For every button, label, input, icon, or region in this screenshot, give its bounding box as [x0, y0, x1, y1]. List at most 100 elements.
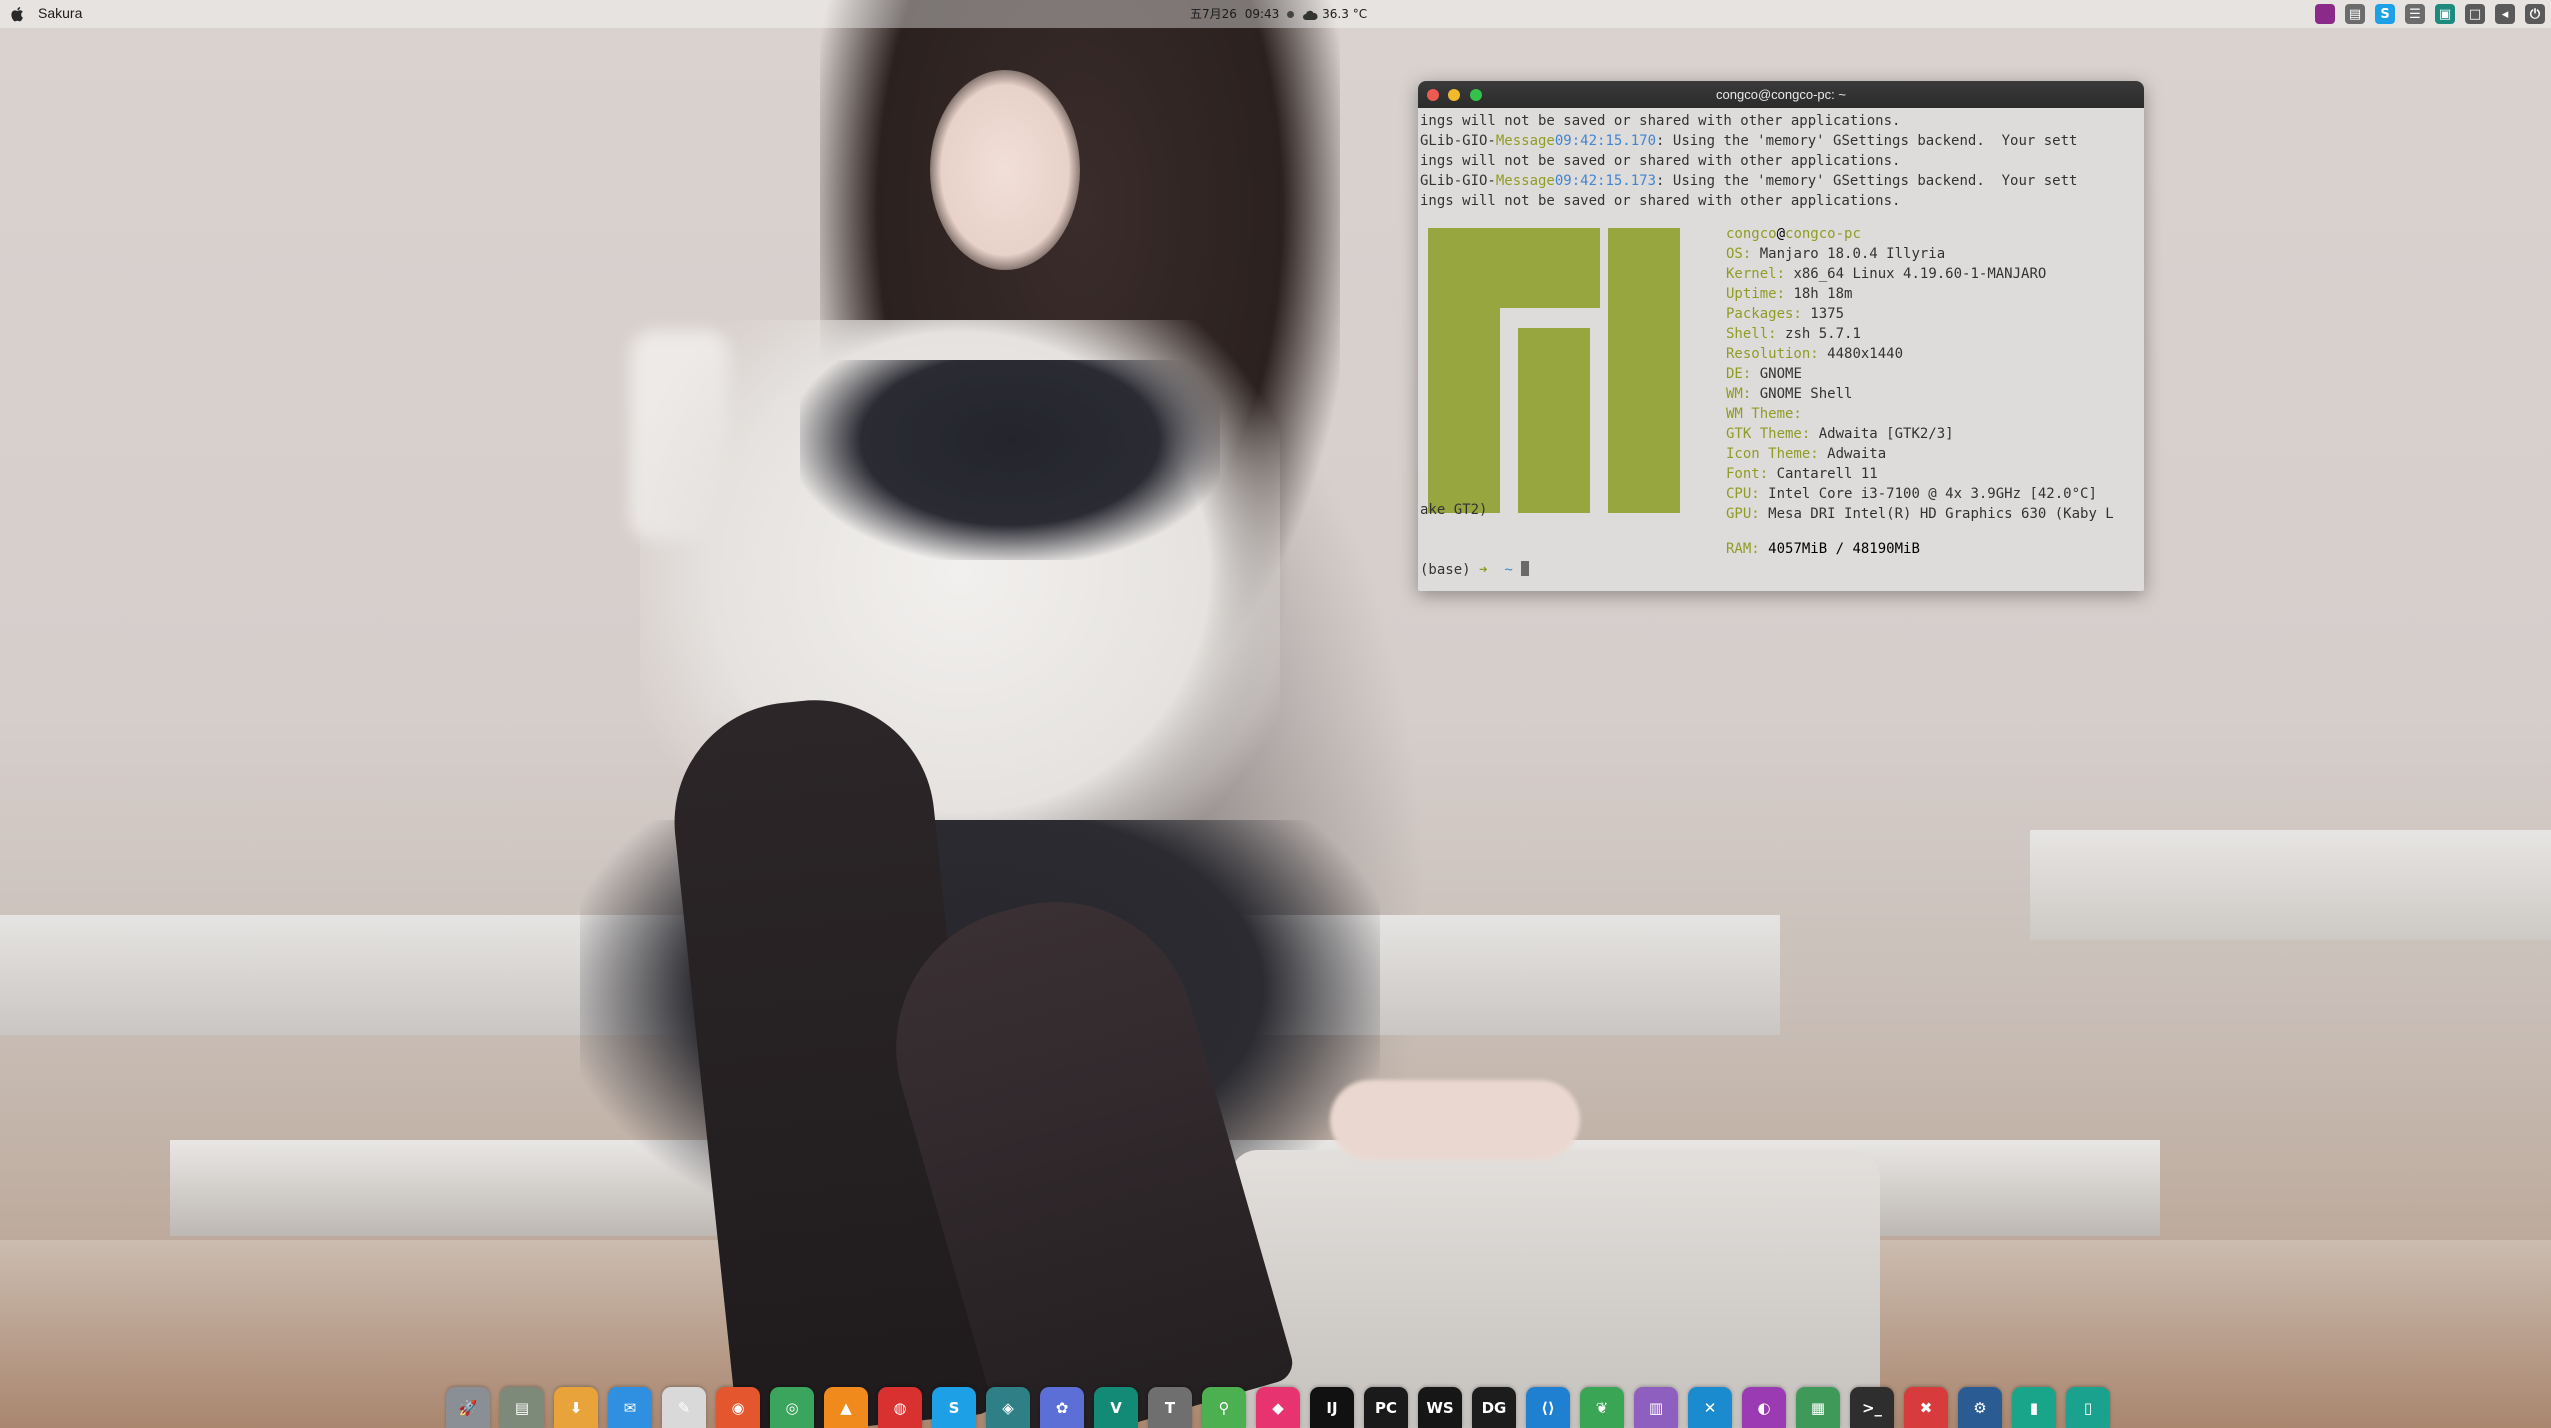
neofetch-value: Adwaita: [1827, 446, 1887, 462]
volume-icon[interactable]: ◂: [2495, 4, 2515, 24]
terminal-output[interactable]: ings will not be saved or shared with ot…: [1418, 108, 2144, 211]
neofetch-key: GPU:: [1726, 506, 1760, 522]
maximize-button[interactable]: [1470, 89, 1482, 101]
neofetch-value: 1375: [1810, 306, 1845, 322]
minimize-button[interactable]: [1448, 89, 1460, 101]
power-icon[interactable]: ⏻: [2525, 4, 2545, 24]
log-text: ings will not be saved or shared with ot…: [1420, 153, 1901, 169]
ram-value: 4057MiB / 48190MiB: [1768, 541, 1920, 557]
neofetch-value: 4480x1440: [1827, 346, 1904, 362]
neofetch-key: Shell:: [1726, 326, 1777, 342]
phpstorm-icon[interactable]: ◐: [1742, 1387, 1786, 1428]
vlc-icon[interactable]: ▲: [824, 1387, 868, 1428]
maps-icon[interactable]: ⚲: [1202, 1387, 1246, 1428]
neofetch-value: Intel Core i3-7100 @ 4x 3.9GHz [42.0°C]: [1768, 486, 2097, 502]
shutter-icon[interactable]: ✕: [1688, 1387, 1732, 1428]
log-prefix: GLib-GIO-: [1420, 133, 1496, 149]
terminal-icon[interactable]: >_: [1850, 1387, 1894, 1428]
neofetch-key: Uptime:: [1726, 286, 1786, 302]
neofetch-row: Resolution: 4480x1440: [1726, 344, 2114, 364]
reader-icon[interactable]: ▮: [2012, 1387, 2056, 1428]
neofetch-row: GTK Theme: Adwaita [GTK2/3]: [1726, 424, 2114, 444]
typora-icon[interactable]: T: [1148, 1387, 1192, 1428]
neofetch-row: DE: GNOME: [1726, 364, 2114, 384]
wallpaper-desk-right: [2030, 830, 2551, 940]
neofetch-row: Kernel: x86_64 Linux 4.19.60-1-MANJARO: [1726, 264, 2114, 284]
keyboard-icon[interactable]: ☰: [2405, 4, 2425, 24]
shell-prompt[interactable]: (base) ➜ ~: [1420, 561, 1530, 578]
neofetch-user: congco: [1726, 226, 1777, 242]
neofetch-row: WM: GNOME Shell: [1726, 384, 2114, 404]
purple-app-icon[interactable]: ▥: [1634, 1387, 1678, 1428]
chrome-icon[interactable]: ◎: [770, 1387, 814, 1428]
clock-time: 09:43: [1244, 7, 1280, 21]
vscode-icon[interactable]: ⟨⟩: [1526, 1387, 1570, 1428]
apple-icon[interactable]: [10, 5, 26, 23]
manjaro-logo-block: [1518, 328, 1590, 513]
files-icon[interactable]: ▤: [500, 1387, 544, 1428]
neofetch-row: CPU: Intel Core i3-7100 @ 4x 3.9GHz [42.…: [1726, 484, 2114, 504]
ram-line: RAM: 4057MiB / 48190MiB: [1726, 541, 1920, 557]
neofetch-key: Packages:: [1726, 306, 1802, 322]
notes-icon[interactable]: ▯: [2066, 1387, 2110, 1428]
webstorm-icon[interactable]: WS: [1418, 1387, 1462, 1428]
pycharm-icon[interactable]: PC: [1364, 1387, 1408, 1428]
prompt-env: (base): [1420, 562, 1471, 578]
neofetch-value: Cantarell 11: [1776, 466, 1878, 482]
manjaro-logo-block: [1500, 228, 1600, 308]
netease-music-icon[interactable]: ◍: [878, 1387, 922, 1428]
neofetch-row: Shell: zsh 5.7.1: [1726, 324, 2114, 344]
downloader-icon[interactable]: ⬇: [554, 1387, 598, 1428]
prompt-arrow: ➜: [1479, 562, 1488, 578]
neofetch-value: zsh 5.7.1: [1785, 326, 1861, 342]
xmind-icon[interactable]: ✖: [1904, 1387, 1948, 1428]
neofetch-key: Kernel:: [1726, 266, 1786, 282]
image-viewer-icon[interactable]: ▣: [2435, 4, 2455, 24]
log-tag: Message: [1495, 173, 1555, 189]
gitkraken-icon[interactable]: ✿: [1040, 1387, 1084, 1428]
printer-icon[interactable]: ▤: [2345, 4, 2365, 24]
terminal-log-line: GLib-GIO-Message09:42:15.170: Using the …: [1420, 131, 2142, 151]
neofetch-key: GTK Theme:: [1726, 426, 1811, 442]
neofetch-value: 18h 18m: [1793, 286, 1853, 302]
firefox-icon[interactable]: ◉: [716, 1387, 760, 1428]
terminal-window[interactable]: congco@congco-pc: ~ ings will not be sav…: [1418, 81, 2144, 591]
neofetch-key: OS:: [1726, 246, 1752, 262]
neofetch-row: Font: Cantarell 11: [1726, 464, 2114, 484]
mail-icon[interactable]: ✉: [608, 1387, 652, 1428]
at-sign: @: [1776, 226, 1786, 242]
mongodb-compass-icon[interactable]: ❦: [1580, 1387, 1624, 1428]
document-viewer-icon[interactable]: ✎: [662, 1387, 706, 1428]
gpu-overflow-line: ake GT2): [1420, 502, 1488, 518]
system-tray: ▤ S ☰ ▣ □ ◂ ⏻: [2315, 4, 2551, 24]
browser-icon[interactable]: ◈: [986, 1387, 1030, 1428]
ram-key: RAM:: [1726, 541, 1760, 557]
terminal-titlebar[interactable]: congco@congco-pc: ~: [1418, 81, 2144, 108]
datagrip-icon[interactable]: DG: [1472, 1387, 1516, 1428]
close-button[interactable]: [1427, 89, 1439, 101]
active-app-name[interactable]: Sakura: [38, 5, 82, 21]
desktop: Sakura 五7月26 09:43 36.3 °C ▤ S ☰ ▣ □ ◂ ⏻ congc…: [0, 0, 2551, 1428]
log-text: : Using the 'memory' GSettings backend. …: [1656, 173, 2078, 189]
skype-icon[interactable]: S: [2375, 4, 2395, 24]
neofetch-key: DE:: [1726, 366, 1752, 382]
system-monitor-icon[interactable]: ▦: [1796, 1387, 1840, 1428]
clock[interactable]: 五7月26 09:43 36.3 °C: [1190, 5, 1371, 22]
neofetch-key: Icon Theme:: [1726, 446, 1819, 462]
log-time: 09:42:15.173: [1554, 173, 1657, 189]
vim-icon[interactable]: V: [1094, 1387, 1138, 1428]
firefox-dev-icon[interactable]: [2315, 4, 2335, 24]
terminal-log-line: ings will not be saved or shared with ot…: [1420, 151, 2142, 171]
neofetch-key: Resolution:: [1726, 346, 1819, 362]
display-icon[interactable]: □: [2465, 4, 2485, 24]
intellij-idea-icon[interactable]: IJ: [1310, 1387, 1354, 1428]
steam-icon[interactable]: ⚙: [1958, 1387, 2002, 1428]
neofetch-row: Packages: 1375: [1726, 304, 2114, 324]
jetbrains-toolbox-icon[interactable]: ◆: [1256, 1387, 1300, 1428]
log-text: ings will not be saved or shared with ot…: [1420, 113, 1901, 129]
top-bar: Sakura 五7月26 09:43 36.3 °C ▤ S ☰ ▣ □ ◂ ⏻: [0, 0, 2551, 28]
launchpad-icon[interactable]: 🚀: [446, 1387, 490, 1428]
neofetch-key: Font:: [1726, 466, 1769, 482]
skype-icon[interactable]: S: [932, 1387, 976, 1428]
neofetch-value: Mesa DRI Intel(R) HD Graphics 630 (Kaby …: [1768, 506, 2114, 522]
